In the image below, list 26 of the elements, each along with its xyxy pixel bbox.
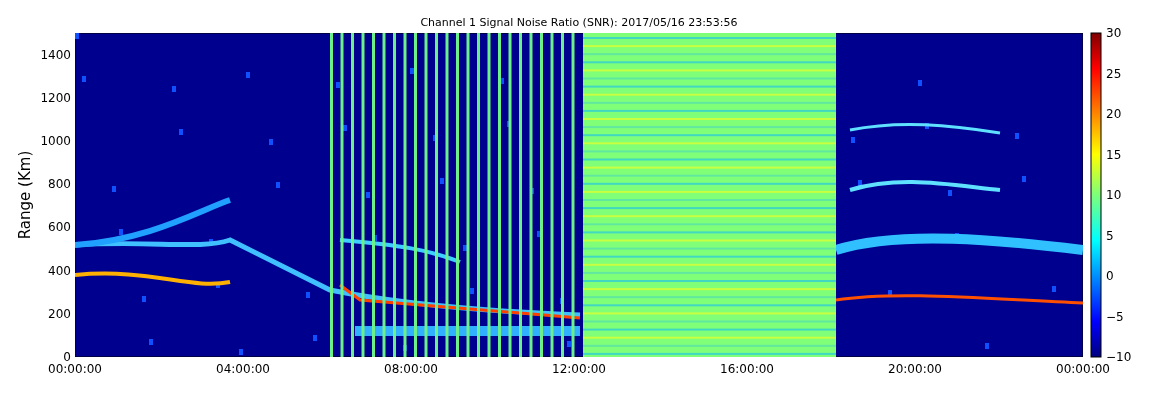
y-tick-label: 600: [48, 220, 71, 235]
x-tick-label: 00:00:00: [48, 362, 102, 376]
y-tick-label: 400: [48, 263, 71, 278]
colorbar-tick-label: 10: [1106, 188, 1122, 202]
x-tick-label: 08:00:00: [384, 362, 438, 376]
x-tick-label: 12:00:00: [552, 362, 606, 376]
colorbar-tick-label: 0: [1106, 269, 1114, 283]
x-tick-label: 04:00:00: [216, 362, 270, 376]
x-tick-label: 16:00:00: [720, 362, 774, 376]
colorbar-tick-label: 5: [1106, 228, 1114, 243]
x-tick-label: 00:00:00: [1056, 362, 1110, 376]
colorbar-tick-label: −5: [1106, 309, 1124, 324]
y-tick-label: 200: [48, 306, 71, 321]
chart-title: Channel 1 Signal Noise Ratio (SNR): 2017/05/16 23:53:56: [420, 16, 738, 29]
y-tick-label: 0: [63, 350, 71, 364]
colorbar-tick-label: 25: [1106, 66, 1122, 81]
y-tick-label: 1400: [40, 47, 71, 62]
y-tick-label: 1000: [40, 134, 71, 148]
colorbar-tick-label: 15: [1106, 147, 1122, 162]
colorbar-tick-label: −10: [1106, 350, 1132, 364]
y-tick-label: 800: [48, 177, 71, 192]
y-axis-label: Range (Km): [16, 150, 34, 240]
colorbar-tick-label: 30: [1106, 26, 1122, 40]
x-tick-label: 20:00:00: [888, 362, 942, 376]
y-tick-label: 1200: [40, 90, 71, 105]
colorbar-tick-label: 20: [1106, 107, 1122, 121]
